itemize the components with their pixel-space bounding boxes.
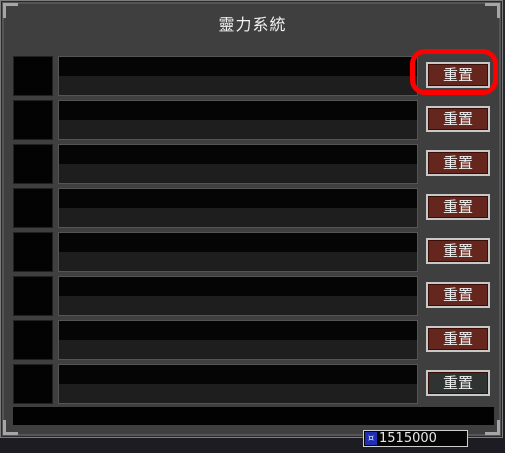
money-icon: ¤ xyxy=(365,432,377,445)
item-slot[interactable] xyxy=(13,276,53,316)
spirit-stat-field xyxy=(58,144,418,184)
reset-button[interactable]: 重置 xyxy=(426,238,490,264)
spirit-stat-field xyxy=(58,364,418,404)
item-slot[interactable] xyxy=(13,364,53,404)
item-slot[interactable] xyxy=(13,100,53,140)
spirit-stat-field xyxy=(58,100,418,140)
reset-button[interactable]: 重置 xyxy=(426,106,490,132)
spirit-stat-field xyxy=(58,188,418,228)
spirit-row: 重置 xyxy=(13,276,491,316)
spirit-row: 重置 xyxy=(13,188,491,228)
reset-button[interactable]: 重置 xyxy=(426,62,490,88)
item-slot[interactable] xyxy=(13,188,53,228)
spirit-stat-field xyxy=(58,56,418,96)
reset-button[interactable]: 重置 xyxy=(426,326,490,352)
item-slot[interactable] xyxy=(13,56,53,96)
spirit-stat-field xyxy=(58,320,418,360)
spirit-row: 重置 xyxy=(13,320,491,360)
reset-button[interactable]: 重置 xyxy=(426,194,490,220)
spirit-row: 重置 xyxy=(13,364,491,404)
window-title: 靈力系統 xyxy=(218,15,287,34)
item-slot[interactable] xyxy=(13,320,53,360)
spirit-stat-field xyxy=(58,276,418,316)
game-scene: 靈力系統 重置 重置 重置 重置 重置 重置 重置 重置 ¤ 1515000 xyxy=(0,0,505,453)
money-display: ¤ 1515000 xyxy=(363,430,468,447)
spirit-power-window: 靈力系統 重置 重置 重置 重置 重置 重置 重置 重置 xyxy=(0,0,503,438)
reset-button[interactable]: 重置 xyxy=(426,150,490,176)
reset-button-disabled[interactable]: 重置 xyxy=(426,370,490,396)
spirit-row: 重置 xyxy=(13,56,491,96)
item-slot[interactable] xyxy=(13,232,53,272)
money-amount: 1515000 xyxy=(379,431,437,446)
spirit-row: 重置 xyxy=(13,144,491,184)
item-slot[interactable] xyxy=(13,144,53,184)
spirit-stat-field xyxy=(58,232,418,272)
spirit-row: 重置 xyxy=(13,100,491,140)
spirit-row: 重置 xyxy=(13,232,491,272)
message-bar xyxy=(13,407,494,425)
reset-button[interactable]: 重置 xyxy=(426,282,490,308)
